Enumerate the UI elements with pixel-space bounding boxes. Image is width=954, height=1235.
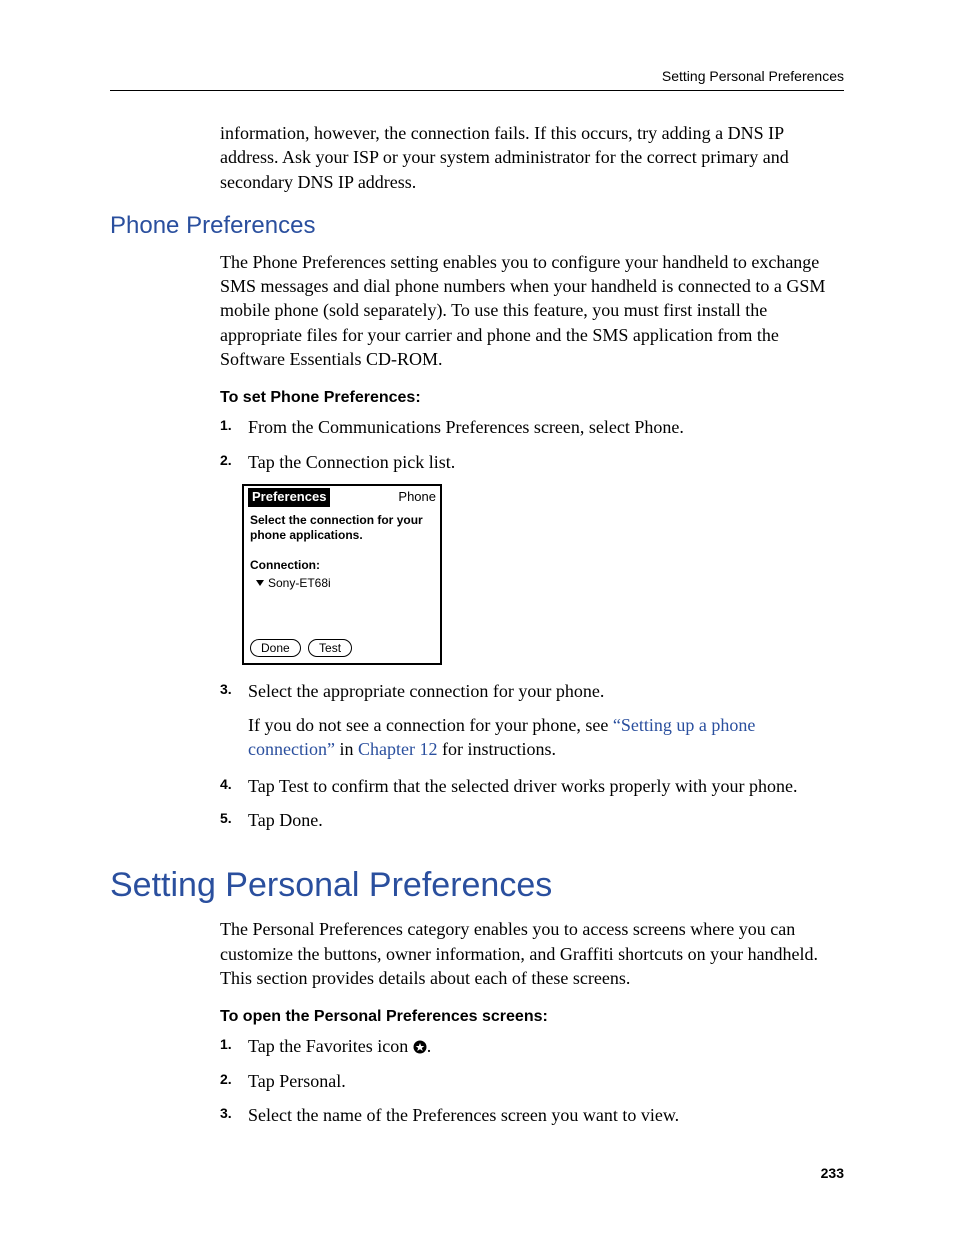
step3-sub-mid: in	[335, 739, 358, 759]
phone-prefs-steps-3-5: Select the appropriate connection for yo…	[220, 679, 844, 703]
favorites-icon	[413, 1036, 427, 1056]
phone-prefs-steps-1-2: From the Communications Preferences scre…	[220, 415, 844, 474]
step3-sub-suffix: for instructions.	[437, 739, 556, 759]
phone-prefs-block: The Phone Preferences setting enables yo…	[220, 250, 844, 832]
mock-title-left: Preferences	[248, 488, 330, 507]
phone-step-1: From the Communications Preferences scre…	[220, 415, 844, 439]
step3-sub-prefix: If you do not see a connection for your …	[248, 715, 613, 735]
setting-personal-preferences-heading: Setting Personal Preferences	[110, 866, 844, 905]
mock-button-row: Done Test	[244, 635, 440, 663]
content-column: information, however, the connection fai…	[220, 121, 844, 194]
personal-prefs-subhead: To open the Personal Preferences screens…	[220, 1008, 844, 1026]
personal-step-2: Tap Personal.	[220, 1069, 844, 1093]
mock-connection-label: Connection:	[250, 558, 434, 574]
personal-step-3: Select the name of the Preferences scree…	[220, 1103, 844, 1127]
phone-prefs-subhead: To set Phone Preferences:	[220, 389, 844, 407]
dropdown-triangle-icon	[256, 580, 264, 586]
phone-preferences-heading: Phone Preferences	[110, 212, 844, 240]
personal-step-1: Tap the Favorites icon .	[220, 1034, 844, 1058]
mock-done-button[interactable]: Done	[250, 639, 301, 657]
mock-body: Select the connection for your phone app…	[244, 509, 440, 635]
phone-step-2: Tap the Connection pick list.	[220, 450, 844, 474]
running-head: Setting Personal Preferences	[110, 64, 844, 84]
phone-step-3: Select the appropriate connection for yo…	[220, 679, 844, 703]
link-chapter-12[interactable]: Chapter 12	[358, 739, 437, 759]
mock-connection-picklist[interactable]: Sony-ET68i	[250, 576, 434, 592]
header-rule	[110, 90, 844, 91]
mock-test-button[interactable]: Test	[308, 639, 352, 657]
phone-prefs-paragraph: The Phone Preferences setting enables yo…	[220, 250, 844, 371]
phone-step-3-sub: If you do not see a connection for your …	[220, 713, 844, 762]
personal-prefs-paragraph: The Personal Preferences category enable…	[220, 917, 844, 990]
page-number: 233	[821, 1165, 844, 1181]
personal-prefs-block: The Personal Preferences category enable…	[220, 917, 844, 1127]
mock-titlebar: Preferences Phone	[244, 486, 440, 509]
phone-step-4: Tap Test to confirm that the selected dr…	[220, 774, 844, 798]
mock-connection-value: Sony-ET68i	[268, 576, 331, 590]
mock-prompt: Select the connection for your phone app…	[250, 513, 434, 544]
intro-paragraph: information, however, the connection fai…	[220, 121, 844, 194]
page: Setting Personal Preferences information…	[0, 0, 954, 1235]
phone-prefs-screenshot: Preferences Phone Select the connection …	[242, 484, 442, 665]
personal-step-1-prefix: Tap the Favorites icon	[248, 1036, 413, 1056]
personal-prefs-steps: Tap the Favorites icon . Tap Personal. S…	[220, 1034, 844, 1127]
personal-step-1-suffix: .	[427, 1036, 432, 1056]
mock-title-right: Phone	[398, 489, 436, 506]
phone-prefs-steps-4-5: Tap Test to confirm that the selected dr…	[220, 774, 844, 833]
phone-step-5: Tap Done.	[220, 808, 844, 832]
